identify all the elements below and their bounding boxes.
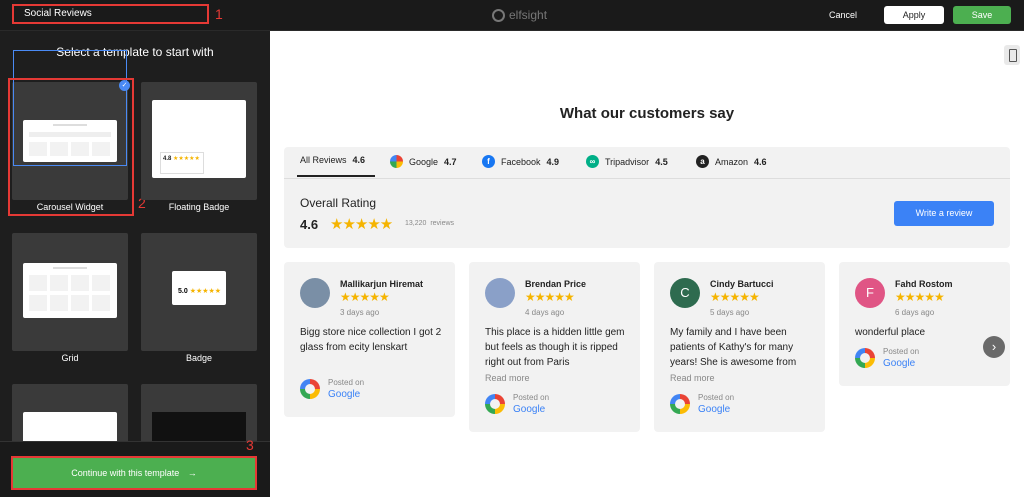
- tab-rating: 4.6: [352, 155, 366, 165]
- overall-stars: ★★★★★: [330, 216, 393, 233]
- tab-rating: 4.6: [754, 156, 767, 167]
- review-date: 5 days ago: [710, 308, 750, 317]
- source-link[interactable]: Google: [698, 404, 730, 415]
- review-stars: ★★★★★: [895, 290, 945, 304]
- template-label-carousel: Carousel Widget: [36, 202, 104, 212]
- active-tab-indicator: [297, 175, 375, 177]
- tab-label: Google: [409, 156, 439, 167]
- template-card-dark[interactable]: [141, 384, 257, 444]
- tab-label: Tripadvisor: [605, 156, 650, 167]
- tab-rating: 4.9: [546, 156, 560, 167]
- tab-amazon[interactable]: a Amazon 4.6: [696, 155, 767, 168]
- template-label-grid: Grid: [61, 353, 79, 363]
- review-card: Mallikarjun Hiremat ★★★★★ 3 days ago Big…: [284, 262, 455, 417]
- floating-badge-thumbnail: 4.8 ★★★★★: [152, 100, 246, 178]
- reviewer-name: Cindy Bartucci: [710, 279, 774, 289]
- list-thumbnail: [23, 412, 117, 444]
- template-card-grid[interactable]: [12, 233, 128, 351]
- read-more-link[interactable]: Read more: [485, 373, 530, 383]
- tab-tripadvisor[interactable]: ∞ Tripadvisor 4.5: [586, 155, 668, 168]
- review-date: 6 days ago: [895, 308, 935, 317]
- posted-on-label: Posted on: [883, 347, 920, 356]
- review-stars: ★★★★★: [340, 290, 390, 304]
- posted-on-label: Posted on: [328, 378, 365, 387]
- avatar: [300, 278, 330, 308]
- mobile-device-icon[interactable]: [1004, 45, 1020, 65]
- review-card: F Fahd Rostom ★★★★★ 6 days ago wonderful…: [839, 262, 1010, 386]
- google-icon: [485, 394, 505, 414]
- google-icon: [670, 394, 690, 414]
- review-text: wonderful place: [855, 327, 926, 338]
- review-stars: ★★★★★: [525, 290, 575, 304]
- save-button[interactable]: Save: [953, 6, 1011, 24]
- review-card: Brendan Price ★★★★★ 4 days ago This plac…: [469, 262, 640, 432]
- tab-rating: 4.5: [655, 156, 668, 167]
- google-icon: [300, 379, 320, 399]
- reviewer-name: Brendan Price: [525, 279, 587, 289]
- avatar: C: [670, 278, 700, 308]
- amazon-icon: a: [696, 155, 709, 168]
- elfsight-logo-icon: [492, 8, 505, 22]
- overall-rating-value: 4.6: [300, 217, 319, 232]
- brand-logo: elfsight: [492, 8, 547, 22]
- review-card: C Cindy Bartucci ★★★★★ 5 days ago My fam…: [654, 262, 825, 432]
- source-link[interactable]: Google: [328, 389, 360, 400]
- template-label-badge: Badge: [185, 353, 213, 363]
- read-more-link[interactable]: Read more: [670, 373, 715, 383]
- review-text: This place is a hidden little gem but fe…: [485, 327, 625, 368]
- reviewer-name: Mallikarjun Hiremat: [340, 279, 424, 289]
- top-bar: Social Reviews elfsight Cancel Apply Sav…: [0, 0, 1024, 31]
- write-review-button[interactable]: Write a review: [894, 201, 994, 226]
- annotation-3: 3: [246, 437, 254, 453]
- tab-facebook[interactable]: f Facebook 4.9: [482, 155, 559, 168]
- tab-google[interactable]: Google 4.7: [390, 155, 457, 168]
- facebook-icon: f: [482, 155, 495, 168]
- template-card-list[interactable]: [12, 384, 128, 444]
- review-text: Bigg store nice collection I got 2 glass…: [300, 327, 442, 353]
- template-card-badge[interactable]: 5.0 ★★★★★: [141, 233, 257, 351]
- tab-rating: 4.7: [444, 156, 457, 167]
- source-link[interactable]: Google: [883, 358, 915, 369]
- review-date: 3 days ago: [340, 308, 380, 317]
- continue-label: Continue with this template: [71, 468, 180, 478]
- arrow-right-icon: →: [187, 468, 197, 478]
- brand-name: elfsight: [509, 8, 548, 22]
- source-link[interactable]: Google: [513, 404, 545, 415]
- avatar: [485, 278, 515, 308]
- tab-label: Amazon: [715, 156, 749, 167]
- grid-thumbnail: [23, 263, 117, 318]
- reviewer-name: Fahd Rostom: [895, 279, 953, 289]
- annotation-1: 1: [215, 6, 223, 22]
- apply-button[interactable]: Apply: [884, 6, 944, 24]
- continue-button[interactable]: Continue with this template →: [11, 456, 257, 490]
- review-date: 4 days ago: [525, 308, 565, 317]
- avatar: F: [855, 278, 885, 308]
- posted-on-label: Posted on: [698, 393, 735, 402]
- overall-rating-label: Overall Rating: [300, 196, 377, 210]
- cancel-button[interactable]: Cancel: [820, 6, 866, 24]
- dark-thumbnail: [152, 412, 246, 444]
- chevron-right-icon[interactable]: ›: [983, 336, 1005, 358]
- highlight-outline-2: [8, 78, 134, 216]
- review-count: 13,220 reviews: [405, 220, 455, 227]
- template-label-floating-badge: Floating Badge: [168, 202, 230, 212]
- tripadvisor-icon: ∞: [586, 155, 599, 168]
- badge-thumbnail: 5.0 ★★★★★: [172, 271, 226, 305]
- google-icon: [390, 155, 403, 168]
- posted-on-label: Posted on: [513, 393, 550, 402]
- review-text: My family and I have been patients of Ka…: [670, 327, 797, 368]
- template-card-floating-badge[interactable]: 4.8 ★★★★★: [141, 82, 257, 200]
- review-stars: ★★★★★: [710, 290, 760, 304]
- google-icon: [855, 348, 875, 368]
- tab-label: All Reviews: [300, 155, 347, 165]
- widget-name-field[interactable]: Social Reviews: [12, 4, 209, 24]
- tab-label: Facebook: [501, 156, 541, 167]
- widget-heading: What our customers say: [559, 105, 735, 122]
- tab-all-reviews[interactable]: All Reviews 4.6: [300, 155, 365, 165]
